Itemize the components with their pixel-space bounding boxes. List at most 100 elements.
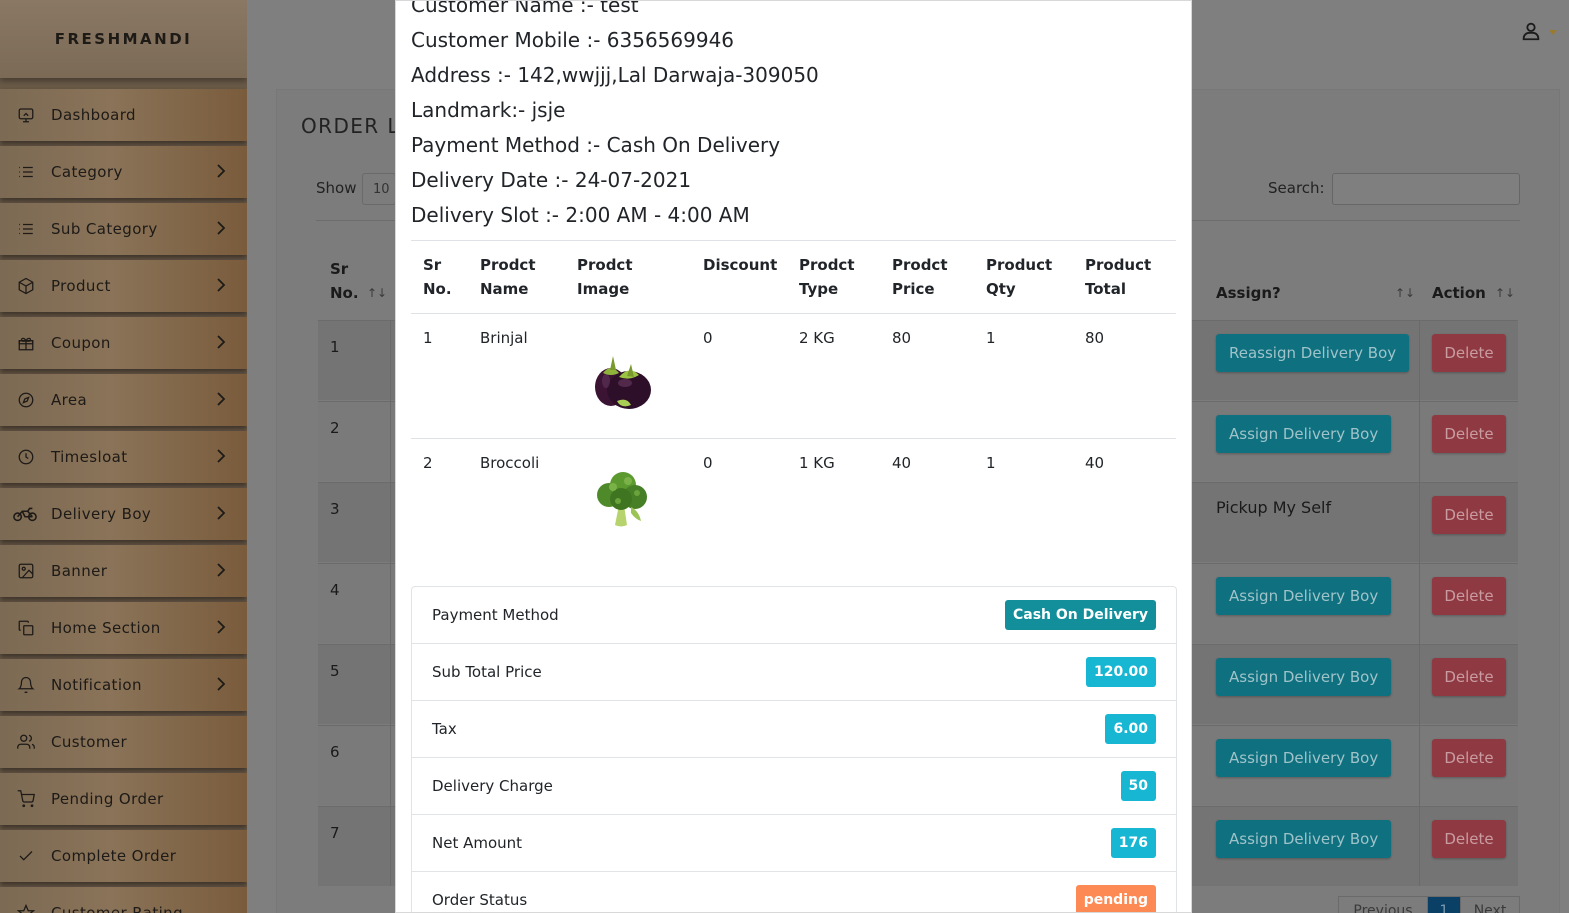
column-divider	[390, 320, 391, 886]
clock-icon	[17, 448, 35, 466]
show-entries-label: Show	[316, 179, 357, 197]
brand-logo[interactable]: FRESHMANDI	[0, 0, 247, 78]
product-sr: 2	[423, 454, 433, 472]
assign-delivery-boy-button[interactable]: Assign Delivery Boy	[1216, 820, 1392, 858]
summary-label: Delivery Charge	[432, 777, 553, 795]
order-details-modal: Customer Name :- test Customer Mobile :-…	[395, 0, 1192, 913]
product-price: 40	[892, 454, 912, 472]
reassign-delivery-boy-button[interactable]: Reassign Delivery Boy	[1216, 334, 1410, 372]
column-header-action[interactable]: Action	[1432, 284, 1486, 302]
page-title: ORDER L	[301, 114, 400, 138]
delivery-date: Delivery Date :- 24-07-2021	[411, 168, 692, 192]
bell-icon	[17, 676, 35, 694]
sidebar-item-category[interactable]: Category	[0, 146, 247, 198]
order-status-badge: pending	[1075, 885, 1156, 912]
sidebar-item-sub-category[interactable]: Sub Category	[0, 203, 247, 255]
show-entries-select[interactable]: 10	[362, 173, 396, 205]
list-icon	[17, 163, 35, 181]
assign-delivery-boy-button[interactable]: Assign Delivery Boy	[1216, 739, 1392, 777]
product-total: 40	[1085, 454, 1105, 472]
sidebar-item-label: Timesloat	[51, 448, 128, 466]
sidebar-item-delivery-boy[interactable]: Delivery Boy	[0, 488, 247, 540]
sidebar-item-coupon[interactable]: Coupon	[0, 317, 247, 369]
product-discount: 0	[703, 329, 713, 347]
row-number: 6	[330, 743, 340, 761]
product-qty: 1	[986, 329, 996, 347]
brinjal-image	[589, 343, 659, 413]
column-header-sr[interactable]: Sr	[330, 260, 348, 278]
sidebar-item-label: Category	[51, 163, 123, 181]
delete-button[interactable]: Delete	[1432, 658, 1506, 696]
customer-address: Address :- 142,wwjjj,Lal Darwaja-309050	[411, 63, 819, 87]
sidebar-item-timesloat[interactable]: Timesloat	[0, 431, 247, 483]
sort-icon[interactable]: ↑↓	[1395, 286, 1415, 300]
sort-icon[interactable]: ↑↓	[1495, 286, 1515, 300]
product-sr: 1	[423, 329, 433, 347]
chevron-right-icon	[216, 220, 228, 238]
sidebar-item-label: Notification	[51, 676, 142, 694]
row-divider	[411, 313, 1176, 314]
pagination-previous[interactable]: Previous	[1338, 896, 1428, 913]
search-input[interactable]	[1332, 173, 1520, 205]
summary-label: Payment Method	[432, 606, 559, 624]
product-total: 80	[1085, 329, 1105, 347]
sidebar-item-complete-order[interactable]: Complete Order	[0, 830, 247, 882]
column-header-sr-no: Sr No.	[423, 256, 452, 298]
summary-row-tax: Tax 6.00	[412, 701, 1176, 758]
summary-row-payment-method: Payment Method Cash On Delivery	[412, 587, 1176, 644]
delete-button[interactable]: Delete	[1432, 334, 1506, 372]
summary-row-order-status: Order Status pending	[412, 872, 1176, 912]
chevron-right-icon	[216, 163, 228, 181]
caret-down-icon[interactable]	[1549, 30, 1557, 35]
sidebar-item-label: Area	[51, 391, 88, 409]
chevron-right-icon	[216, 505, 228, 523]
check-icon	[17, 847, 35, 865]
pagination-current[interactable]: 1	[1427, 896, 1461, 913]
sidebar-item-label: Delivery Boy	[51, 505, 152, 523]
sidebar: FRESHMANDI Dashboard Category Sub Catego…	[0, 0, 247, 913]
delete-button[interactable]: Delete	[1432, 577, 1506, 615]
cart-icon	[17, 790, 35, 808]
delete-button[interactable]: Delete	[1432, 415, 1506, 453]
sidebar-item-area[interactable]: Area	[0, 374, 247, 426]
sidebar-item-label: Product	[51, 277, 111, 295]
compass-icon	[17, 391, 35, 409]
column-header-discount: Discount	[703, 256, 778, 274]
sidebar-item-pending-order[interactable]: Pending Order	[0, 773, 247, 825]
sidebar-item-dashboard[interactable]: Dashboard	[0, 89, 247, 141]
assign-delivery-boy-button[interactable]: Assign Delivery Boy	[1216, 415, 1392, 453]
user-icon[interactable]	[1520, 20, 1544, 46]
column-header-no[interactable]: No.	[330, 284, 359, 302]
summary-row-sub-total: Sub Total Price 120.00	[412, 644, 1176, 701]
assign-delivery-boy-button[interactable]: Assign Delivery Boy	[1216, 658, 1392, 696]
row-number: 3	[330, 500, 340, 518]
summary-label: Order Status	[432, 891, 528, 909]
monitor-icon	[17, 106, 35, 124]
payment-method-badge: Cash On Delivery	[1004, 600, 1156, 630]
delete-button[interactable]: Delete	[1432, 739, 1506, 777]
sidebar-item-label: Customer Rating	[51, 904, 183, 913]
sort-icon[interactable]: ↑↓	[367, 286, 387, 300]
box-icon	[17, 277, 35, 295]
net-amount-badge: 176	[1110, 828, 1156, 858]
sidebar-item-banner[interactable]: Banner	[0, 545, 247, 597]
customer-landmark: Landmark:- jsje	[411, 98, 566, 122]
sidebar-item-home-section[interactable]: Home Section	[0, 602, 247, 654]
sidebar-item-notification[interactable]: Notification	[0, 659, 247, 711]
delete-button[interactable]: Delete	[1432, 820, 1506, 858]
delete-button[interactable]: Delete	[1432, 496, 1506, 534]
sidebar-item-product[interactable]: Product	[0, 260, 247, 312]
summary-row-net-amount: Net Amount 176	[412, 815, 1176, 872]
sidebar-item-label: Pending Order	[51, 790, 164, 808]
pagination-next[interactable]: Next	[1460, 896, 1520, 913]
product-discount: 0	[703, 454, 713, 472]
summary-row-delivery-charge: Delivery Charge 50	[412, 758, 1176, 815]
product-price: 80	[892, 329, 912, 347]
sidebar-item-customer[interactable]: Customer	[0, 716, 247, 768]
assign-delivery-boy-button[interactable]: Assign Delivery Boy	[1216, 577, 1392, 615]
column-header-assign[interactable]: Assign?	[1216, 284, 1281, 302]
sidebar-item-label: Sub Category	[51, 220, 158, 238]
search-label: Search:	[1268, 179, 1325, 197]
sidebar-item-customer-rating[interactable]: Customer Rating	[0, 887, 247, 913]
list-icon	[17, 220, 35, 238]
